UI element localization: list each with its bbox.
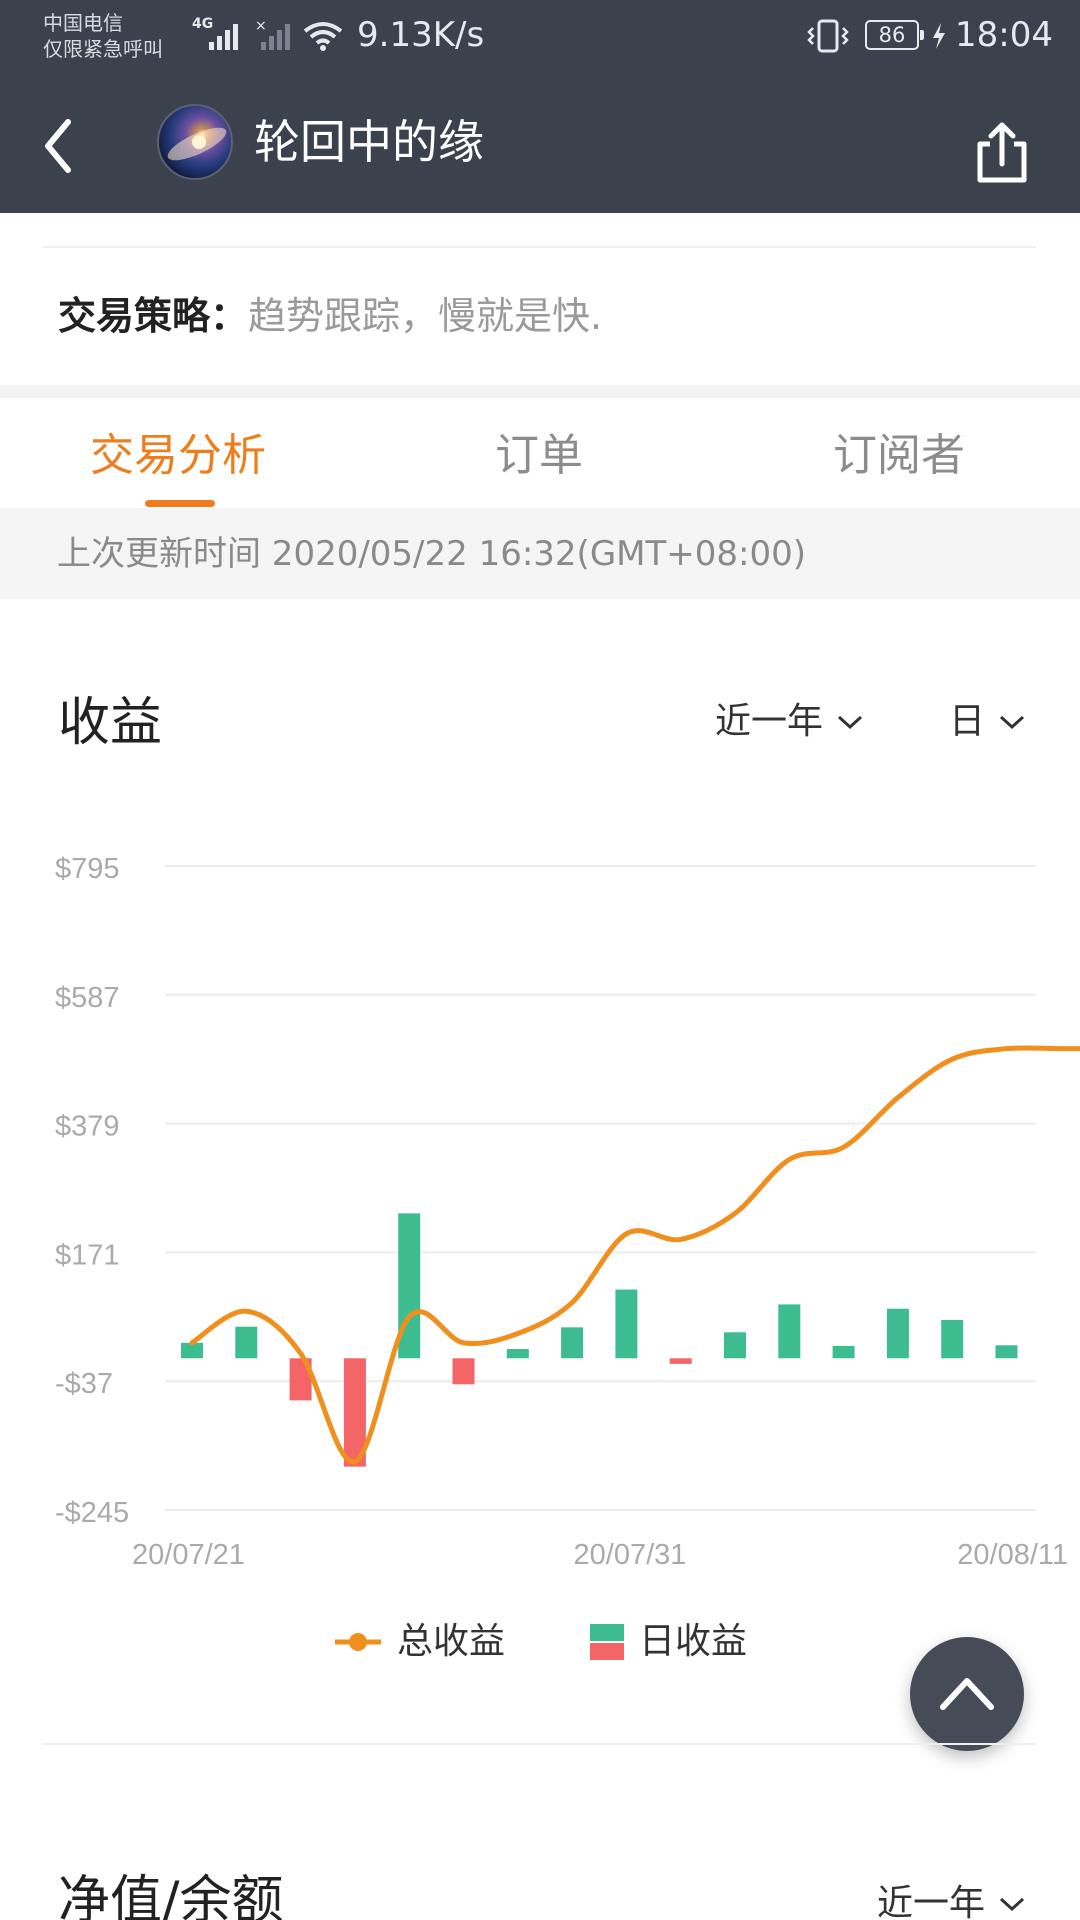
last-updated-text: 上次更新时间 2020/05/22 16:32(GMT+08:00) xyxy=(57,534,807,574)
y-tick-label: $379 xyxy=(55,1111,120,1143)
total-profit-line xyxy=(189,1045,1080,1465)
active-tab-indicator xyxy=(145,500,215,507)
trading-strategy: 交易策略：趋势跟踪，慢就是快. xyxy=(58,290,602,342)
daily-profit-bar xyxy=(941,1319,964,1359)
daily-profit-bar xyxy=(615,1289,638,1359)
app-header: 中国电信 仅限紧急呼叫 4G × 9.13K/s 86 18:04 轮回中的缘 xyxy=(0,0,1080,213)
daily-profit-bar xyxy=(832,1345,855,1359)
battery-indicator: 86 xyxy=(865,20,924,50)
net-range-dropdown[interactable]: 近一年 xyxy=(877,1880,1025,1920)
range-dropdown[interactable]: 近一年 xyxy=(715,698,863,746)
y-tick-label: $795 xyxy=(55,853,120,885)
y-tick-label: -$37 xyxy=(55,1368,113,1400)
line-marker-icon xyxy=(335,1633,381,1651)
legend-daily-profit[interactable]: 日收益 xyxy=(589,1614,747,1670)
charging-icon xyxy=(933,23,945,49)
galaxy-icon xyxy=(167,127,227,161)
chart-legend: 总收益 日收益 xyxy=(0,1614,1080,1670)
chevron-down-icon xyxy=(838,715,863,730)
chevron-down-icon xyxy=(1000,1897,1025,1912)
strategy-label: 交易策略： xyxy=(58,294,249,338)
carrier-name: 中国电信 xyxy=(43,11,123,35)
daily-profit-bar xyxy=(235,1326,258,1359)
y-tick-label: $171 xyxy=(55,1239,120,1271)
tab-subscribers[interactable]: 订阅者 xyxy=(833,428,965,484)
divider xyxy=(43,246,1036,248)
signal-off-icon: × xyxy=(255,18,290,50)
tab-orders[interactable]: 订单 xyxy=(495,428,583,484)
avatar[interactable] xyxy=(157,104,233,180)
profit-section-title: 收益 xyxy=(58,693,163,753)
range-dropdown-label: 近一年 xyxy=(715,701,824,742)
divider xyxy=(43,1743,1036,1745)
scroll-to-top-button[interactable] xyxy=(910,1637,1024,1751)
daily-profit-bar xyxy=(886,1308,909,1359)
x-tick-label: 20/08/11 xyxy=(957,1539,1068,1571)
net-section-title: 净值/余额 xyxy=(58,1871,284,1920)
network-speed: 9.13K/s xyxy=(357,15,485,55)
legend-total-profit-label: 总收益 xyxy=(397,1621,506,1662)
y-tick-label: -$245 xyxy=(55,1497,129,1529)
granularity-dropdown[interactable]: 日 xyxy=(949,698,1025,746)
svg-text:×: × xyxy=(255,18,267,34)
page-title: 轮回中的缘 xyxy=(254,115,484,169)
chevron-down-icon xyxy=(1000,715,1025,730)
daily-profit-bar xyxy=(724,1332,746,1359)
x-tick-label: 20/07/21 xyxy=(132,1539,245,1571)
profit-chart: $795 $587 $379 $171 -$37 -$24520/07/21 20/07/3… xyxy=(55,853,1080,1571)
vibrate-icon xyxy=(807,19,849,53)
clock: 18:04 xyxy=(955,15,1053,55)
carrier-info: 中国电信 仅限紧急呼叫 xyxy=(43,10,163,62)
strategy-value: 趋势跟踪，慢就是快. xyxy=(248,294,603,338)
daily-profit-bar xyxy=(995,1345,1018,1359)
daily-profit-bar xyxy=(561,1327,584,1359)
carrier-status: 仅限紧急呼叫 xyxy=(43,37,163,61)
y-tick-label: $587 xyxy=(55,982,120,1014)
granularity-dropdown-label: 日 xyxy=(949,701,986,742)
signal-icon xyxy=(209,24,238,50)
tab-trade-analysis[interactable]: 交易分析 xyxy=(90,428,266,484)
daily-profit-bar xyxy=(778,1304,801,1359)
legend-total-profit[interactable]: 总收益 xyxy=(333,1614,505,1670)
chevron-up-icon xyxy=(940,1678,994,1710)
x-tick-label: 20/07/31 xyxy=(574,1539,687,1571)
back-button[interactable] xyxy=(34,110,94,182)
net-range-dropdown-label: 近一年 xyxy=(877,1883,986,1920)
wifi-icon xyxy=(303,22,343,51)
daily-profit-bar xyxy=(506,1349,529,1359)
daily-profit-bar xyxy=(669,1358,692,1364)
daily-profit-bar xyxy=(452,1358,475,1385)
legend-daily-profit-label: 日收益 xyxy=(639,1621,748,1662)
bar-marker-icon xyxy=(590,1624,624,1660)
section-separator xyxy=(0,385,1080,398)
share-button[interactable] xyxy=(972,120,1032,186)
